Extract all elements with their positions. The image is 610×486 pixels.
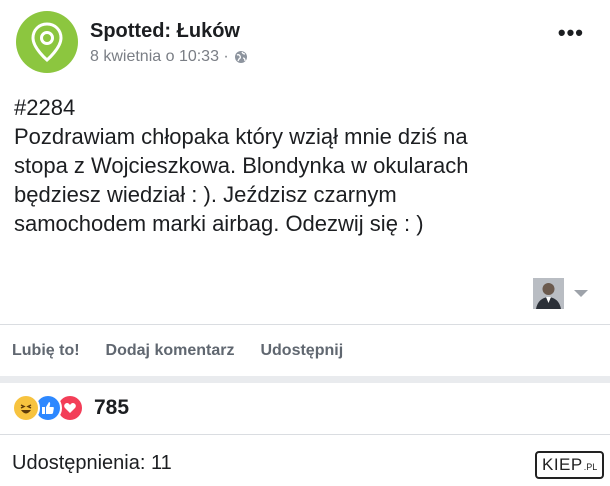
more-options-icon[interactable]: ••• [558, 22, 584, 44]
location-pin-icon [31, 22, 63, 62]
viewer-avatar[interactable] [533, 278, 564, 309]
watermark-suffix: .PL [583, 462, 598, 472]
post-text-line: będziesz wiedział : ). Jeździsz czarnym [14, 182, 397, 207]
post-text-line: samochodem marki airbag. Odezwij się : ) [14, 211, 424, 236]
post-date[interactable]: 8 kwietnia o 10:33 · [90, 48, 229, 66]
post-text-line: stopa z Wojcieszkowa. Blondynka w okular… [14, 153, 469, 178]
reactions-summary[interactable]: 785 [12, 394, 129, 422]
page-name[interactable]: Spotted: Łuków [90, 20, 240, 43]
facebook-post: Spotted: Łuków 8 kwietnia o 10:33 · ••• … [0, 0, 610, 486]
globe-icon [234, 51, 247, 63]
post-text: #2284 Pozdrawiam chłopaka który wziął mn… [14, 93, 584, 238]
section-separator [0, 376, 610, 383]
share-button[interactable]: Udostępnij [260, 342, 343, 360]
haha-icon [12, 394, 40, 422]
action-row: Lubię to! Dodaj komentarz Udostępnij [12, 342, 343, 360]
post-text-line: Pozdrawiam chłopaka który wziął mnie dzi… [14, 124, 468, 149]
divider [0, 324, 610, 325]
divider [0, 434, 610, 435]
comment-button[interactable]: Dodaj komentarz [106, 342, 235, 360]
reaction-count: 785 [94, 396, 130, 419]
like-button[interactable]: Lubię to! [12, 342, 80, 360]
post-text-line: #2284 [14, 95, 76, 120]
person-silhouette-icon [533, 278, 564, 309]
post-meta: 8 kwietnia o 10:33 · [90, 48, 248, 66]
watermark-text: KIEP [542, 455, 583, 474]
chevron-down-icon[interactable] [574, 290, 588, 297]
shares-count[interactable]: Udostępnienia: 11 [12, 452, 172, 475]
page-avatar[interactable] [16, 11, 78, 73]
site-watermark: KIEP .PL [535, 451, 605, 479]
